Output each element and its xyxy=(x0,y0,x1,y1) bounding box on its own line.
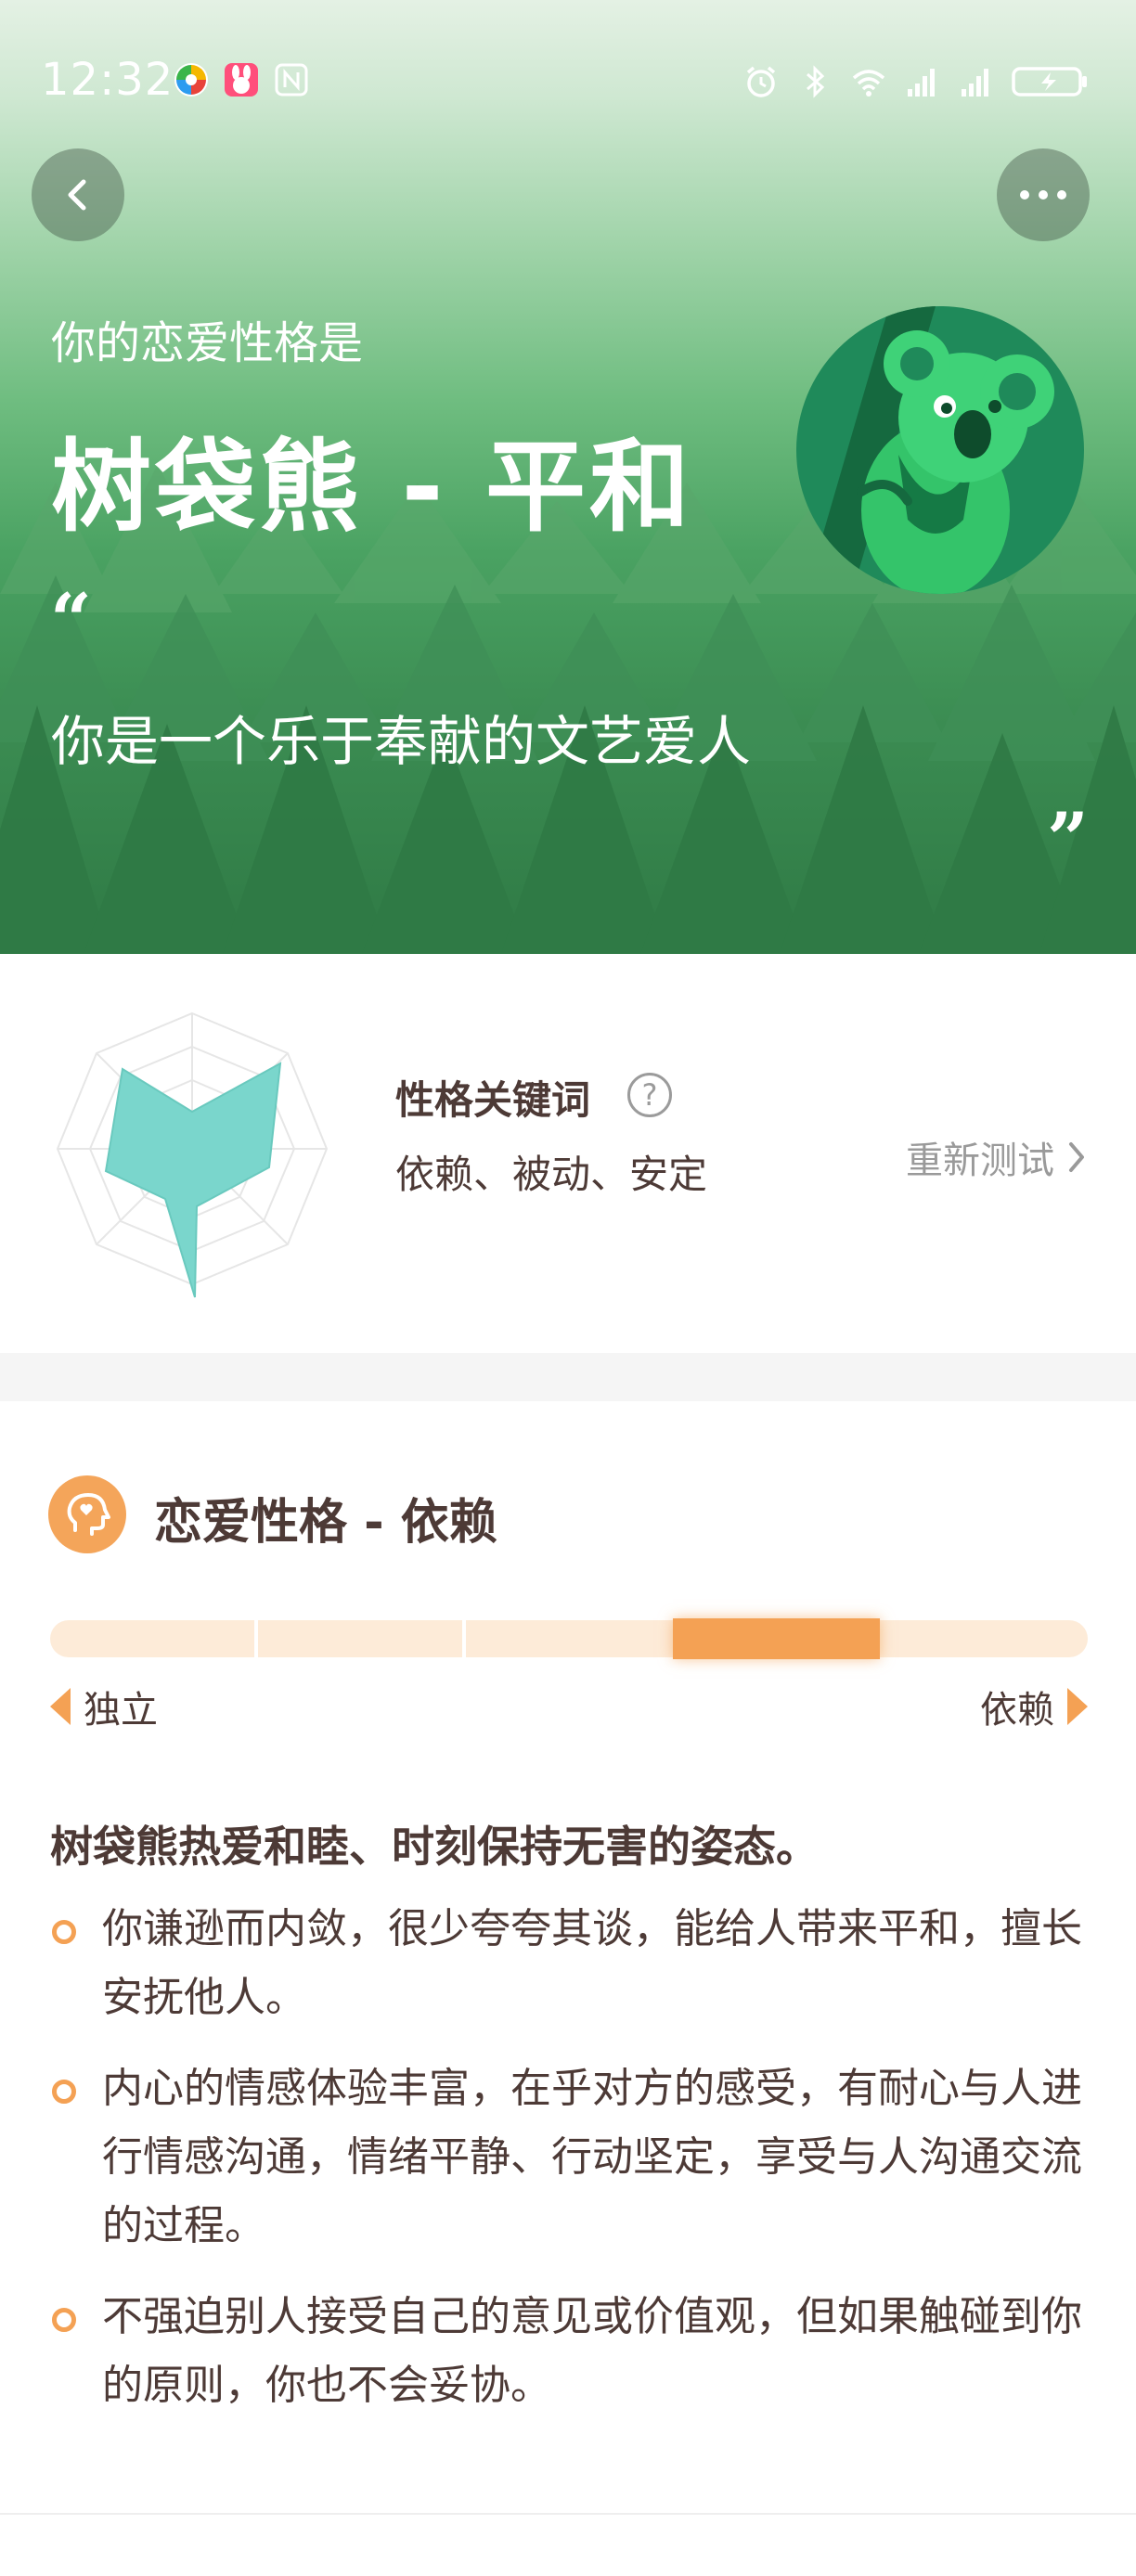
keywords-section: 性格关键词 ? 依赖、被动、安定 重新测试 xyxy=(0,954,1136,1353)
scale-left-text: 独立 xyxy=(84,1689,158,1732)
list-item: 你谦逊而内敛，很少夸夸其谈，能给人带来平和，擅长安抚他人。 xyxy=(50,1895,1090,2032)
trait-list: 你谦逊而内敛，很少夸夸其谈，能给人带来平和，擅长安抚他人。 内心的情感体验丰富，… xyxy=(50,1895,1090,2442)
back-button[interactable] xyxy=(32,148,124,241)
list-item: 不强迫别人接受自己的意见或价值观，但如果触碰到你的原则，你也不会妥协。 xyxy=(50,2283,1090,2420)
chevron-left-icon xyxy=(68,179,86,211)
chevron-right-icon xyxy=(1069,1142,1084,1172)
bluetooth-icon xyxy=(807,65,825,98)
list-item: 内心的情感体验丰富，在乎对方的感受，有耐心与人进行情感沟通，情绪平静、行动坚定，… xyxy=(50,2054,1090,2260)
battery-icon xyxy=(1012,67,1087,97)
radar-chart xyxy=(56,1011,329,1298)
scale-right-label: 依赖 xyxy=(980,1680,1088,1733)
personality-section: 恋爱性格 - 依赖 独立 依赖 树袋熊热爱和睦、时刻保持无害的姿态。 你谦逊而内… xyxy=(0,1401,1136,2576)
triangle-left-icon xyxy=(50,1688,71,1725)
scale-right-text: 依赖 xyxy=(980,1689,1054,1732)
keywords-title: 性格关键词 xyxy=(395,1077,591,1123)
trait-text: 你谦逊而内敛，很少夸夸其谈，能给人带来平和，擅长安抚他人。 xyxy=(102,1905,1082,2021)
alarm-icon xyxy=(746,66,776,97)
retest-label: 重新测试 xyxy=(906,1140,1054,1182)
scale-separator xyxy=(254,1620,258,1657)
hero-subtitle: 你的恋爱性格是 xyxy=(51,317,364,369)
hero-title: 树袋熊 - 平和 xyxy=(51,430,694,546)
section-divider xyxy=(0,1353,1136,1401)
scale-active-segment xyxy=(672,1618,881,1659)
question-circle-icon[interactable]: ? xyxy=(627,1073,672,1117)
more-dots-icon xyxy=(1020,190,1066,200)
hero-quote: 你是一个乐于奉献的文艺爱人 xyxy=(51,710,752,773)
bullet-circle-icon xyxy=(52,2080,76,2104)
scale-separator xyxy=(462,1620,466,1657)
quote-close-mark: ” xyxy=(1047,797,1089,882)
retest-button[interactable]: 重新测试 xyxy=(906,1130,1088,1184)
wifi-icon xyxy=(852,70,885,97)
signal-icon xyxy=(908,69,935,97)
heart-head-icon xyxy=(48,1475,126,1553)
quote-open-mark: “ xyxy=(50,578,92,663)
trait-text: 不强迫别人接受自己的意见或价值观，但如果触碰到你的原则，你也不会妥协。 xyxy=(102,2293,1082,2409)
status-time: 12:32 xyxy=(41,54,174,106)
signal-icon xyxy=(962,69,988,97)
status-bar: 12:32 xyxy=(0,54,1136,119)
scale-left-label: 独立 xyxy=(50,1680,158,1733)
bullet-circle-icon xyxy=(52,1920,76,1944)
triangle-right-icon xyxy=(1067,1688,1088,1725)
app-icon-colorful xyxy=(174,63,208,97)
scale-track xyxy=(50,1620,1088,1657)
keywords-values: 依赖、被动、安定 xyxy=(395,1152,708,1197)
koala-avatar xyxy=(796,306,1084,594)
bottom-divider xyxy=(0,2513,1136,2515)
section-title: 恋爱性格 - 依赖 xyxy=(154,1495,497,1551)
bullet-circle-icon xyxy=(52,2308,76,2332)
hero-banner: 12:32 你的恋爱性格是 树袋熊 - 平和 “ 你是一个乐于奉献的文艺爱人 ” xyxy=(0,0,1136,954)
nfc-icon xyxy=(275,63,308,97)
app-icon-rabbit xyxy=(225,63,258,97)
trait-text: 内心的情感体验丰富，在乎对方的感受，有耐心与人进行情感沟通，情绪平静、行动坚定，… xyxy=(102,2065,1082,2249)
summary-heading: 树袋熊热爱和睦、时刻保持无害的姿态。 xyxy=(50,1822,819,1872)
more-button[interactable] xyxy=(997,148,1090,241)
